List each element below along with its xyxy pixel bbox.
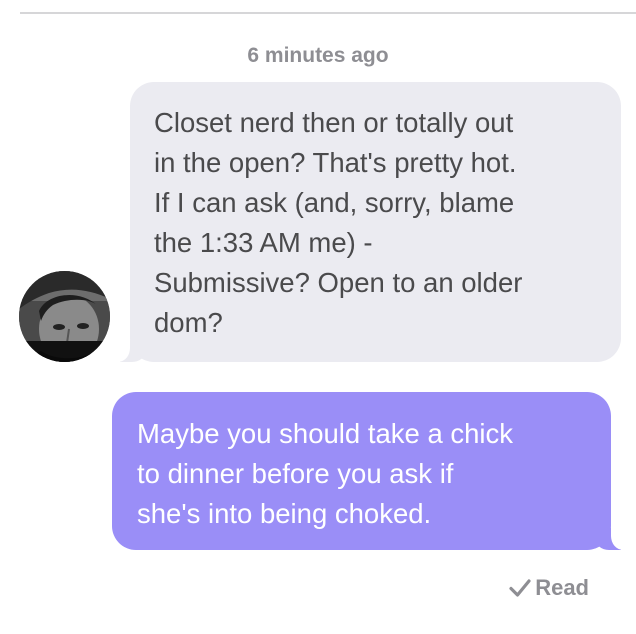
user-avatar-photo-icon (19, 271, 110, 362)
checkmark-icon (509, 579, 531, 597)
message-timestamp: 6 minutes ago (247, 44, 389, 67)
avatar[interactable] (19, 271, 110, 362)
outgoing-message-line: she's into being choked. (137, 498, 432, 529)
outgoing-message-line: Maybe you should take a chick (137, 418, 514, 449)
outgoing-message-bubble[interactable]: Maybe you should take a chick to dinner … (112, 392, 633, 550)
incoming-message-line: If I can ask (and, sorry, blame (154, 187, 515, 218)
incoming-message-line: the 1:33 AM me) - (154, 227, 373, 258)
incoming-message-line: Closet nerd then or totally out (154, 107, 514, 138)
read-receipt-label: Read (535, 575, 589, 600)
outgoing-message-line: to dinner before you ask if (137, 458, 454, 489)
read-receipt: Read (509, 575, 589, 601)
incoming-message-bubble[interactable]: Closet nerd then or totally out in the o… (108, 82, 621, 362)
incoming-message-line: dom? (154, 307, 223, 338)
incoming-message-line: in the open? That's pretty hot. (154, 147, 517, 178)
top-divider (20, 12, 636, 14)
incoming-message-line: Submissive? Open to an older (154, 267, 523, 298)
